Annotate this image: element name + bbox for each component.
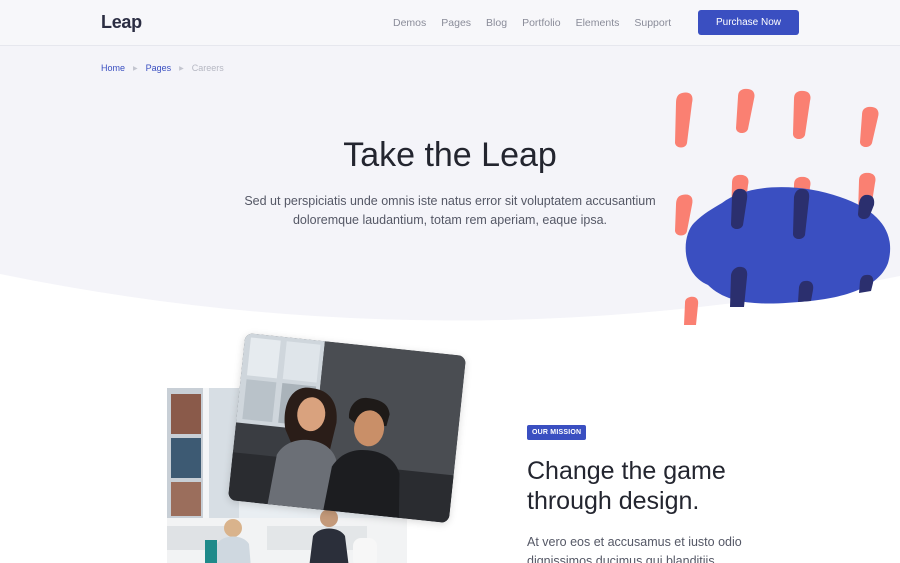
mission-badge: OUR MISSION bbox=[527, 425, 587, 440]
hero-subtitle-line: Sed ut perspiciatis unde omnis iste natu… bbox=[244, 194, 656, 208]
mission-body-line: At vero eos et accusamus et iusto odio bbox=[527, 535, 742, 549]
nav-item-elements[interactable]: Elements bbox=[576, 17, 620, 29]
breadcrumb-home-link[interactable]: Home bbox=[101, 63, 125, 73]
mission-body: At vero eos et accusamus et iusto odio d… bbox=[527, 533, 787, 563]
team-portrait-photo bbox=[227, 332, 467, 524]
top-navigation-bar: Leap Demos Pages Blog Portfolio Elements… bbox=[0, 0, 900, 46]
breadcrumb: Home ▶ Pages ▶ Careers bbox=[101, 63, 224, 73]
page: Leap Demos Pages Blog Portfolio Elements… bbox=[0, 0, 900, 563]
decorative-brush-illustration bbox=[675, 88, 891, 325]
nav-item-portfolio[interactable]: Portfolio bbox=[522, 17, 561, 29]
breadcrumb-current: Careers bbox=[191, 63, 224, 73]
nav-item-support[interactable]: Support bbox=[634, 17, 671, 29]
hero-subtitle: Sed ut perspiciatis unde omnis iste natu… bbox=[220, 192, 680, 230]
nav-item-pages[interactable]: Pages bbox=[441, 17, 471, 29]
hero-subtitle-line: doloremque laudantium, totam rem aperiam… bbox=[292, 213, 608, 227]
nav-item-blog[interactable]: Blog bbox=[486, 17, 507, 29]
breadcrumb-separator-icon: ▶ bbox=[133, 65, 138, 72]
main-nav: Demos Pages Blog Portfolio Elements Supp… bbox=[393, 17, 686, 29]
mission-heading-line: through design. bbox=[527, 487, 700, 515]
page-title: Take the Leap bbox=[343, 136, 557, 174]
mission-body-line: dignissimos ducimus qui blanditiis bbox=[527, 554, 715, 563]
mission-heading-line: Change the game bbox=[527, 457, 726, 485]
breadcrumb-pages-link[interactable]: Pages bbox=[146, 63, 172, 73]
nav-item-demos[interactable]: Demos bbox=[393, 17, 426, 29]
mission-heading: Change the game through design. bbox=[527, 456, 827, 516]
purchase-now-button[interactable]: Purchase Now bbox=[698, 10, 799, 35]
breadcrumb-separator-icon: ▶ bbox=[179, 65, 184, 72]
brand-logo[interactable]: Leap bbox=[101, 12, 142, 33]
